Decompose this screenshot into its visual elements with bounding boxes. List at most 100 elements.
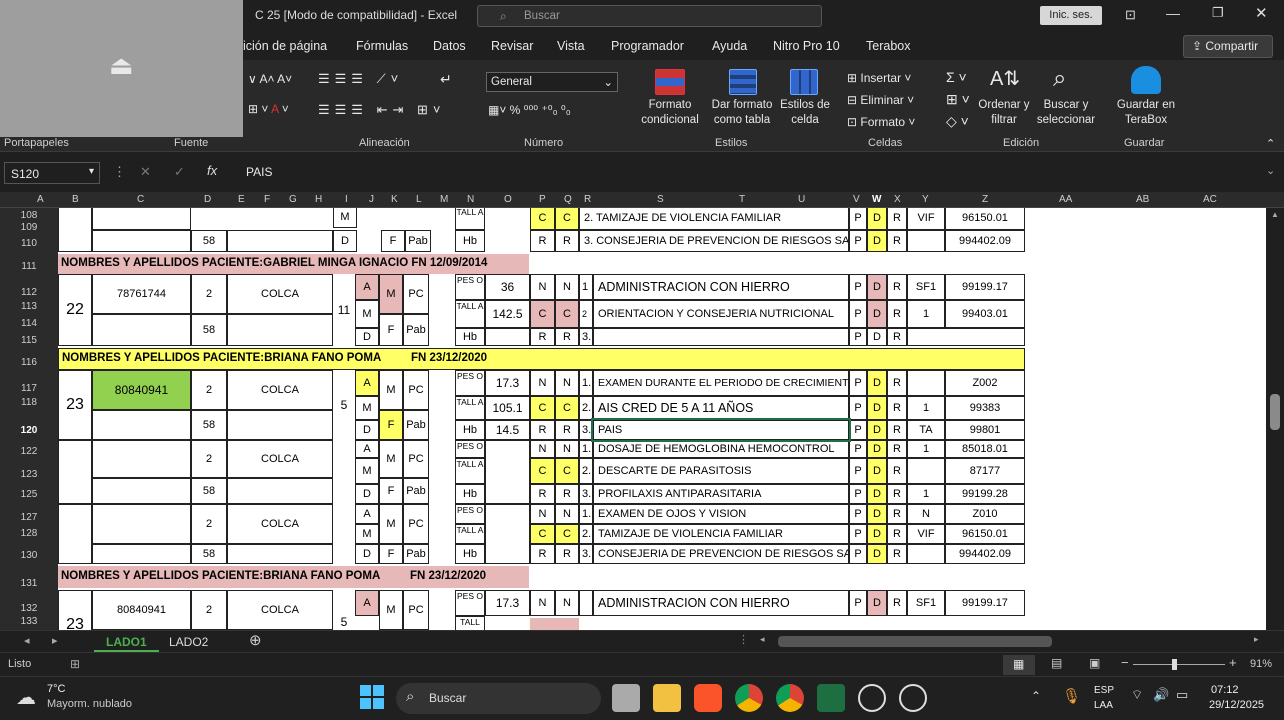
cell[interactable]: M	[333, 208, 357, 228]
cell[interactable]: TALL A	[455, 396, 485, 420]
col-header-selected[interactable]: W	[872, 194, 881, 205]
cell[interactable]	[227, 230, 333, 252]
cell[interactable]: F	[379, 478, 403, 504]
cell[interactable]: C	[530, 524, 555, 544]
cell[interactable]: 1	[579, 274, 593, 300]
col-header[interactable]: D	[204, 194, 211, 205]
patient-header[interactable]: NOMBRES Y APELLIDOS PACIENTE:GABRIEL MIN…	[58, 254, 529, 274]
cell[interactable]: TAMIZAJE DE VIOLENCIA FAMILIAR	[593, 524, 849, 544]
cell[interactable]: COLCA	[227, 590, 333, 630]
cell[interactable]: 96150.01	[945, 208, 1025, 230]
cell[interactable]: 2.	[579, 396, 593, 420]
row-header[interactable]: 132	[0, 603, 58, 614]
cell[interactable]: P	[849, 458, 867, 484]
cell[interactable]: D	[867, 440, 887, 458]
tab-page-layout[interactable]: ición de página	[243, 39, 327, 53]
cell[interactable]: D	[867, 484, 887, 504]
cell[interactable]: R	[530, 420, 555, 440]
cell[interactable]	[530, 618, 579, 630]
hscroll-left-icon[interactable]: ◂	[760, 634, 765, 645]
cell[interactable]: R	[887, 590, 907, 616]
tab-terabox[interactable]: Terabox	[866, 39, 910, 53]
cell[interactable]: 11	[333, 274, 355, 346]
cell[interactable]: 22	[58, 274, 92, 346]
cell[interactable]: M	[355, 300, 379, 328]
sheet-tab-lado1[interactable]: LADO1	[94, 633, 159, 652]
cell[interactable]	[58, 504, 92, 564]
cell[interactable]	[92, 478, 191, 504]
patient-header[interactable]: NOMBRES Y APELLIDOS PACIENTE:BRIANA FANO…	[58, 566, 529, 588]
row-header[interactable]: 122	[0, 446, 58, 457]
page-layout-icon[interactable]: ▤	[1051, 656, 1062, 670]
cell[interactable]: P	[849, 208, 867, 230]
cell[interactable]: N	[530, 370, 555, 396]
cell[interactable]: F	[379, 544, 403, 564]
cell[interactable]: Z002	[945, 370, 1025, 396]
tab-formulas[interactable]: Fórmulas	[356, 39, 408, 53]
cell[interactable]: PES O	[455, 370, 485, 396]
cell[interactable]: P	[849, 420, 867, 440]
autosum-icon[interactable]: Σ ˅ ⊞ ˅ ◇ ˅	[946, 66, 970, 132]
cell[interactable]: C	[530, 396, 555, 420]
media-player-icon[interactable]	[858, 684, 886, 712]
enter-icon[interactable]: ✓	[174, 164, 185, 180]
clock-time[interactable]: 07:12	[1211, 684, 1239, 696]
restore-icon[interactable]: ❐	[1212, 5, 1224, 21]
insert-button[interactable]: ⊞ Insertar ˅	[847, 67, 915, 89]
cell[interactable]: 3.	[579, 420, 593, 440]
cell[interactable]: Hb	[455, 484, 485, 504]
col-header[interactable]: AB	[1136, 194, 1149, 205]
cell[interactable]: Pab	[405, 230, 431, 252]
cell[interactable]: R	[887, 208, 907, 230]
cell-styles-button[interactable]: Estilos de celda	[777, 98, 833, 128]
cell[interactable]: EXAMEN DURANTE EL PERIODO DE CRECIMIENTO	[593, 370, 849, 396]
cell[interactable]: TA	[907, 420, 945, 440]
row-header[interactable]: 109	[0, 222, 58, 233]
accounting-format-icon[interactable]: ▦˅ % ⁰⁰⁰ ⁺⁰₀ ⁰₀	[488, 103, 571, 117]
cell[interactable]: 23	[58, 370, 92, 440]
cell[interactable]: ORIENTACION Y CONSEJERIA NUTRICIONAL	[593, 300, 849, 328]
patient-header[interactable]: NOMBRES Y APELLIDOS PACIENTE:BRIANA FANO…	[58, 348, 1025, 370]
cell[interactable]: P	[849, 484, 867, 504]
cell[interactable]: D	[355, 484, 379, 504]
cell[interactable]: AIS CRED DE 5 A 11 AÑOS	[593, 396, 849, 420]
formula-input[interactable]: PAIS	[246, 165, 272, 179]
cell[interactable]: R	[887, 458, 907, 484]
col-header[interactable]: Z	[982, 194, 988, 205]
show-hidden-icons-icon[interactable]: ⌃	[1031, 689, 1041, 703]
cell[interactable]: PES O	[455, 504, 485, 524]
cell[interactable]: P	[849, 300, 867, 328]
cell[interactable]: C	[555, 524, 579, 544]
font-size-arrow-icon[interactable]: ∨ A˄ A˅	[248, 72, 292, 86]
cell[interactable]: D	[867, 504, 887, 524]
tab-data[interactable]: Datos	[433, 39, 466, 53]
save-terabox-button[interactable]: Guardar en TeraBox	[1112, 98, 1180, 128]
cell[interactable]: R	[887, 328, 907, 346]
col-header[interactable]: J	[369, 194, 374, 205]
selected-cell[interactable]: PAIS	[591, 418, 851, 442]
cell[interactable]: Pab	[403, 410, 429, 440]
col-header[interactable]: C	[137, 194, 144, 205]
cell[interactable]	[485, 440, 530, 504]
cell[interactable]: 5	[333, 370, 355, 440]
col-header[interactable]: U	[798, 194, 805, 205]
zoom-level[interactable]: 91%	[1250, 658, 1272, 670]
more-options-icon[interactable]: ⋮	[738, 633, 749, 646]
cell[interactable]: 3. CONSEJERIA DE PREVENCION DE RIESGOS S…	[579, 230, 849, 252]
cell[interactable]: 2	[579, 300, 593, 328]
cell[interactable]	[593, 328, 849, 346]
cell[interactable]: 78761744	[92, 274, 191, 314]
col-header[interactable]: AA	[1059, 194, 1072, 205]
cell[interactable]: 2	[191, 274, 227, 314]
cell[interactable]: 1	[907, 396, 945, 420]
cell[interactable]: R	[887, 396, 907, 420]
row-header[interactable]: 110	[0, 238, 58, 249]
horizontal-scroll-thumb[interactable]	[778, 636, 1052, 647]
cell[interactable]: 58	[191, 410, 227, 440]
chrome-icon[interactable]	[776, 684, 804, 712]
scroll-thumb[interactable]	[1270, 394, 1280, 430]
cell[interactable]: P	[849, 440, 867, 458]
zoom-slider[interactable]	[1133, 664, 1225, 665]
share-button[interactable]: ⇪ Compartir	[1183, 35, 1273, 58]
cell[interactable]: M	[355, 458, 379, 484]
